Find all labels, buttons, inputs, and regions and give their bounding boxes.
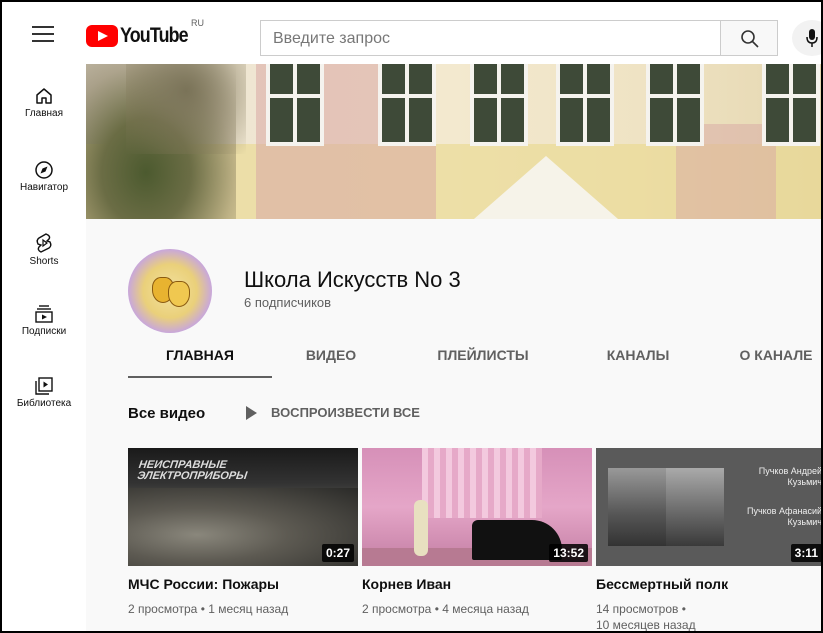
video-card[interactable]: НЕИСПРАВНЫЕ ЭЛЕКТРОПРИБОРЫ 0:27 МЧС Росс… [128, 448, 358, 617]
sidebar-item-library[interactable]: Библиотека [2, 364, 86, 434]
microphone-icon [806, 29, 818, 47]
play-all-label: ВОСПРОИЗВЕСТИ ВСЕ [271, 405, 420, 420]
channel-tabs: ГЛАВНАЯ ВИДЕО ПЛЕЙЛИСТЫ КАНАЛЫ О КАНАЛЕ [128, 340, 821, 380]
sidebar-item-shorts[interactable]: Shorts [2, 220, 86, 290]
video-duration: 3:11 [790, 544, 821, 562]
sidebar-item-explore[interactable]: Навигатор [2, 148, 86, 218]
subscriptions-icon [35, 305, 53, 323]
video-title[interactable]: Бессмертный полк [596, 576, 821, 592]
search-icon [741, 30, 759, 48]
thumbnail-text: НЕИСПРАВНЫЕ ЭЛЕКТРОПРИБОРЫ [136, 459, 248, 482]
video-card[interactable]: Пучков Андрей Кузьмич Пучков Афанасий Ку… [596, 448, 822, 632]
tab-about[interactable]: О КАНАЛЕ [726, 340, 821, 378]
tab-videos[interactable]: ВИДЕО [286, 340, 376, 378]
youtube-play-icon [86, 25, 118, 47]
video-meta-line: 10 месяцев назад [596, 618, 696, 632]
sidebar-item-label: Библиотека [16, 398, 72, 409]
app-window: YouTube RU Введите запрос Главная Навига… [0, 0, 823, 633]
video-thumbnail[interactable]: 13:52 [362, 448, 592, 566]
section-title: Все видео [128, 405, 206, 422]
youtube-logo[interactable]: YouTube RU [86, 18, 204, 50]
tab-home[interactable]: ГЛАВНАЯ [128, 340, 272, 378]
play-icon [246, 405, 257, 420]
video-meta: 2 просмотра • 4 месяца назад [362, 602, 529, 616]
video-meta-line: 14 просмотров • [596, 602, 686, 616]
video-meta: 14 просмотров • 10 месяцев назад [596, 601, 821, 632]
library-icon [35, 377, 53, 395]
video-thumbnail[interactable]: НЕИСПРАВНЫЕ ЭЛЕКТРОПРИБОРЫ 0:27 [128, 448, 358, 566]
video-thumbnail[interactable]: Пучков Андрей Кузьмич Пучков Афанасий Ку… [596, 448, 822, 566]
search-button[interactable] [720, 20, 778, 56]
region-code: RU [191, 18, 204, 28]
sidebar-item-label: Главная [24, 108, 64, 119]
top-bar: YouTube RU Введите запрос [2, 2, 821, 64]
subscriber-count: 6 подписчиков [244, 295, 332, 310]
tab-channels[interactable]: КАНАЛЫ [588, 340, 688, 378]
video-duration: 13:52 [549, 544, 588, 562]
sidebar-item-label: Подписки [21, 326, 67, 337]
theater-masks-icon [148, 271, 192, 311]
channel-banner [86, 64, 821, 219]
video-title[interactable]: Корнев Иван [362, 576, 592, 592]
thumbnail-name: Пучков Андрей Кузьмич [758, 466, 822, 487]
channel-name: Школа Искусств No 3 [244, 267, 461, 292]
voice-search-button[interactable] [792, 20, 821, 56]
logo-text: YouTube [120, 24, 189, 47]
compass-icon [35, 161, 53, 179]
video-card[interactable]: 13:52 Корнев Иван 2 просмотра • 4 месяца… [362, 448, 592, 617]
shorts-icon [36, 233, 52, 253]
channel-avatar[interactable] [128, 249, 212, 333]
video-meta: 2 просмотра • 1 месяц назад [128, 602, 289, 616]
sidebar-item-subscriptions[interactable]: Подписки [2, 292, 86, 362]
sidebar-item-label: Shorts [29, 256, 59, 267]
menu-icon[interactable] [32, 26, 54, 42]
sidebar-item-label: Навигатор [19, 182, 69, 193]
sidebar-item-home[interactable]: Главная [2, 74, 86, 144]
video-title[interactable]: МЧС России: Пожары [128, 576, 358, 592]
sidebar: Главная Навигатор Shorts Подписки Библио… [2, 64, 86, 631]
thumbnail-name: Пучков Афанасий Кузьмич [746, 506, 822, 527]
search-input[interactable]: Введите запрос [260, 20, 720, 56]
tab-playlists[interactable]: ПЛЕЙЛИСТЫ [418, 340, 548, 378]
video-duration: 0:27 [321, 544, 354, 562]
home-icon [36, 88, 52, 104]
play-all-button[interactable]: ВОСПРОИЗВЕСТИ ВСЕ [246, 405, 420, 420]
